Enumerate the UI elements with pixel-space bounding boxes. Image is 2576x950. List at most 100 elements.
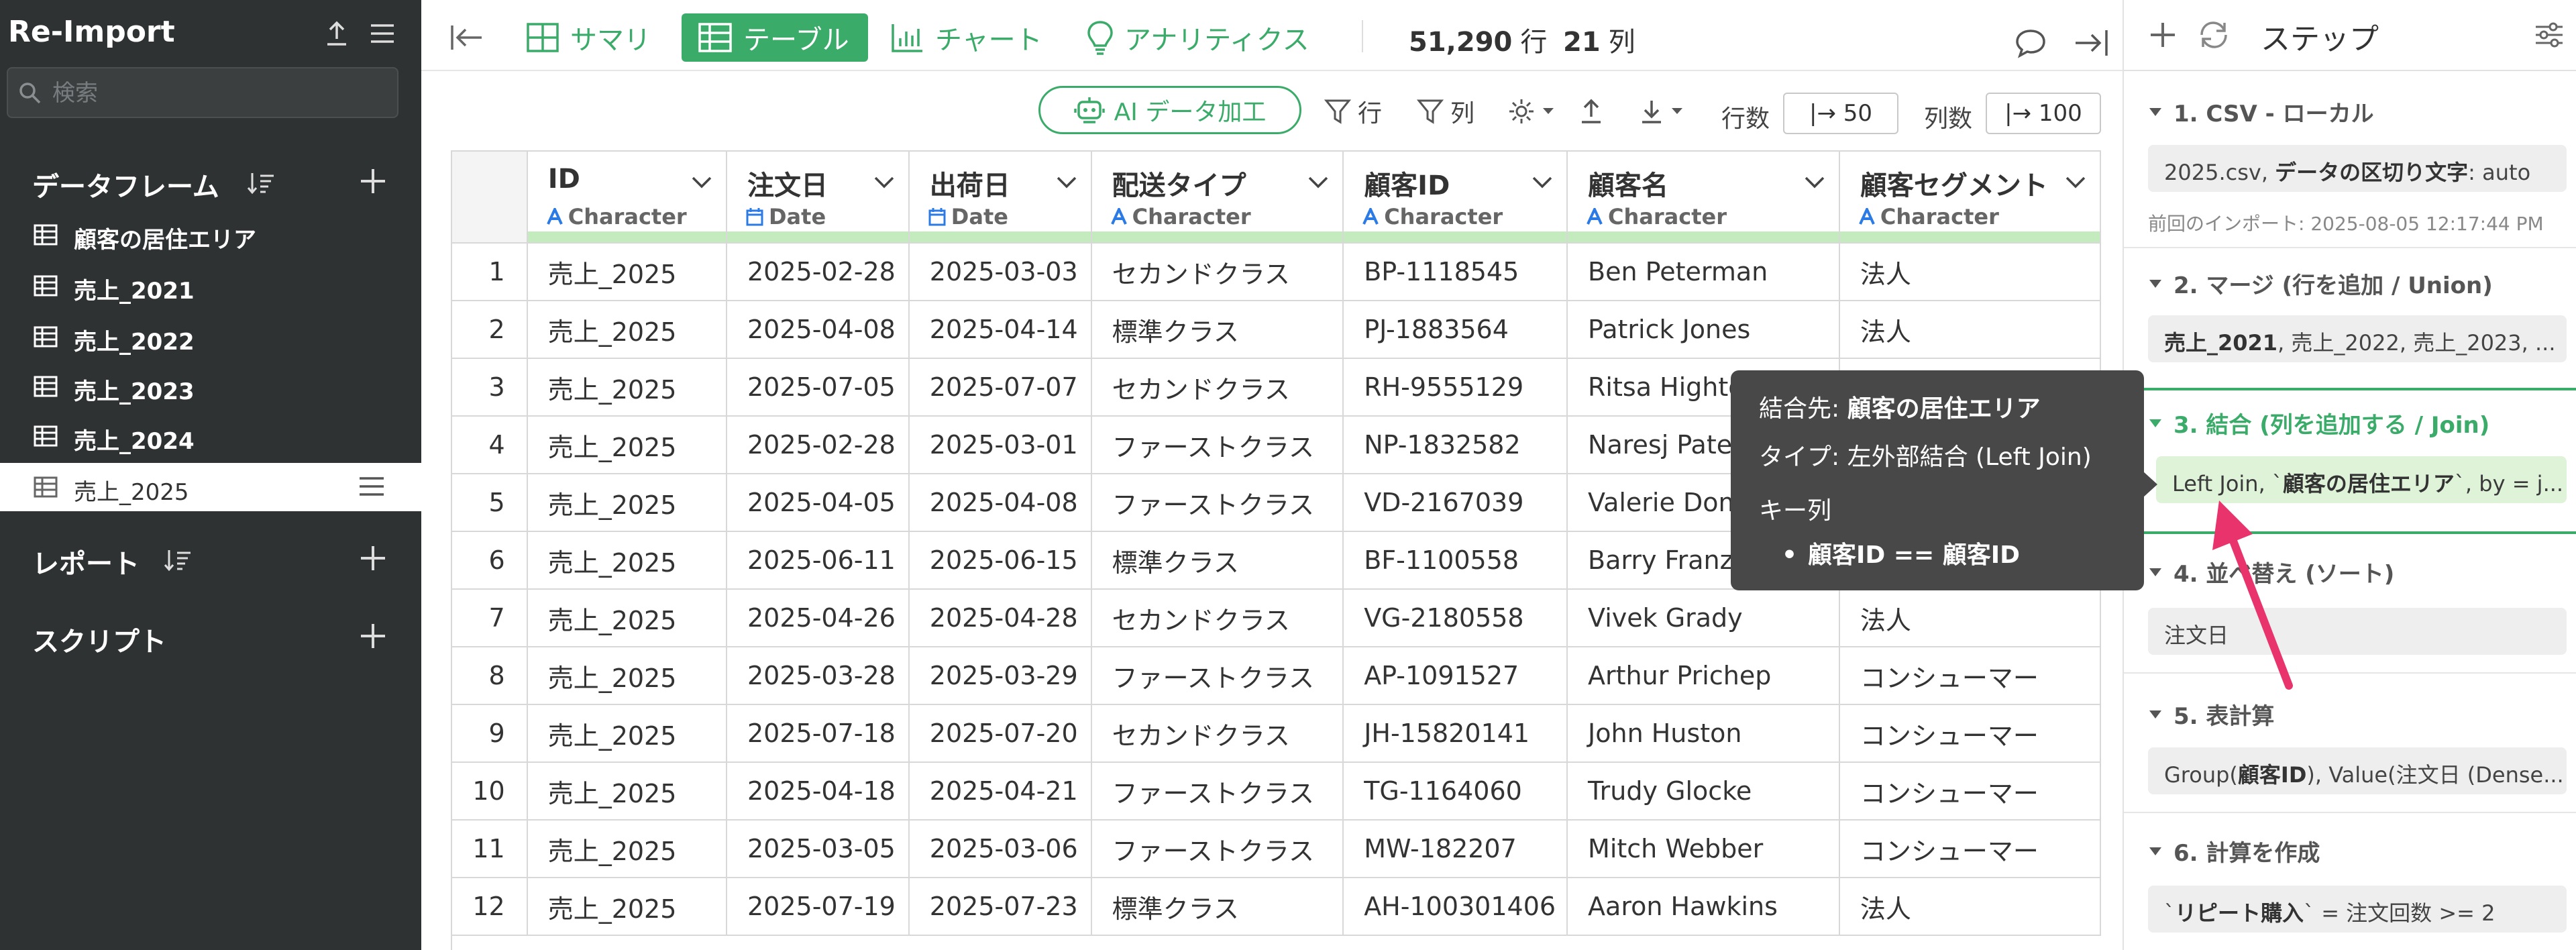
table-cell[interactable]: ファーストクラス	[1091, 820, 1344, 878]
table-cell[interactable]: BF-1100558	[1343, 531, 1568, 590]
table-cell[interactable]: 売上_2025	[527, 531, 727, 590]
step-merge-union[interactable]: 2. マージ (行を追加 / Union) 売上_2021, 売上_2022, …	[2124, 248, 2576, 382]
table-cell[interactable]: 2025-06-15	[908, 531, 1092, 590]
step-create-calc[interactable]: 6. 計算を作成 `リピート購入` = 注文回数 >= 2	[2124, 813, 2576, 950]
table-cell[interactable]: 売上_2025	[527, 301, 727, 359]
table-cell[interactable]: 2025-03-29	[908, 647, 1092, 705]
table-cell[interactable]: Mitch Webber	[1567, 820, 1840, 878]
chevron-down-icon[interactable]	[1056, 176, 1077, 192]
add-step-icon[interactable]	[2148, 20, 2178, 52]
table-cell[interactable]: 2025-04-05	[726, 474, 910, 532]
ai-data-wrangling-button[interactable]: AI データ加工	[1038, 86, 1301, 134]
chevron-down-icon[interactable]	[873, 176, 895, 192]
table-cell[interactable]: 2025-04-08	[726, 301, 910, 359]
column-header-customer-id[interactable]: 顧客ID Character	[1343, 152, 1568, 244]
chevron-down-icon[interactable]	[1532, 176, 1553, 192]
table-cell[interactable]: Trudy Glocke	[1567, 762, 1840, 821]
refresh-icon[interactable]	[2198, 19, 2230, 54]
table-cell[interactable]: MW-182207	[1343, 820, 1568, 878]
table-cell[interactable]: 2025-07-05	[726, 358, 910, 417]
table-cell[interactable]: セカンドクラス	[1091, 704, 1344, 763]
step-join[interactable]: 3. 結合 (列を追加する / Join) Left Join, `顧客の居住エ…	[2124, 390, 2576, 531]
collapse-steps-icon[interactable]	[2073, 19, 2120, 67]
sort-icon[interactable]	[164, 547, 192, 576]
table-cell[interactable]: コンシューマー	[1839, 820, 2101, 878]
add-script-icon[interactable]	[357, 620, 389, 655]
sidebar-search[interactable]	[7, 67, 398, 118]
add-report-icon[interactable]	[357, 542, 389, 577]
column-header-ship-mode[interactable]: 配送タイプ Character	[1091, 152, 1344, 244]
table-cell[interactable]: Vivek Grady	[1567, 589, 1840, 647]
item-menu-icon[interactable]	[358, 475, 385, 500]
table-cell[interactable]: 2025-04-18	[726, 762, 910, 821]
sidebar-item-dataframe[interactable]: 顧客の居住エリア	[0, 211, 421, 259]
table-cell[interactable]: JH-15820141	[1343, 704, 1568, 763]
table-cell[interactable]: 売上_2025	[527, 704, 727, 763]
upload-icon[interactable]	[318, 15, 356, 52]
step-detail[interactable]: 2025.csv, データの区切り文字: auto	[2148, 145, 2567, 192]
row-filter-button[interactable]: 行	[1324, 95, 1382, 127]
sort-icon[interactable]	[247, 170, 275, 199]
table-cell[interactable]: Aaron Hawkins	[1567, 878, 1840, 936]
search-input[interactable]	[52, 76, 388, 110]
table-cell[interactable]: 法人	[1839, 301, 2101, 359]
column-header-order-date[interactable]: 注文日 Date	[726, 152, 910, 244]
sidebar-item-dataframe[interactable]: 売上_2024	[0, 412, 421, 460]
table-cell[interactable]: ファーストクラス	[1091, 474, 1344, 532]
table-cell[interactable]: PJ-1883564	[1343, 301, 1568, 359]
table-cell[interactable]: 法人	[1839, 243, 2101, 301]
table-cell[interactable]: TG-1164060	[1343, 762, 1568, 821]
chevron-down-icon[interactable]	[2065, 176, 2086, 192]
table-cell[interactable]: セカンドクラス	[1091, 358, 1344, 417]
table-cell[interactable]: 2025-07-07	[908, 358, 1092, 417]
collapse-sidebar-icon[interactable]	[449, 13, 495, 62]
tab-analytics[interactable]: アナリティクス	[1087, 13, 1309, 62]
table-cell[interactable]: VD-2167039	[1343, 474, 1568, 532]
table-cell[interactable]: 2025-03-03	[908, 243, 1092, 301]
table-cell[interactable]: 2025-07-19	[726, 878, 910, 936]
tab-chart[interactable]: チャート	[891, 13, 1042, 62]
table-cell[interactable]: 標準クラス	[1091, 531, 1344, 590]
table-cell[interactable]: 売上_2025	[527, 416, 727, 474]
tab-summary[interactable]: サマリ	[526, 13, 651, 62]
table-cell[interactable]: Arthur Prichep	[1567, 647, 1840, 705]
table-cell[interactable]: 2025-03-01	[908, 416, 1092, 474]
table-cell[interactable]: セカンドクラス	[1091, 243, 1344, 301]
table-cell[interactable]: ファーストクラス	[1091, 762, 1344, 821]
table-cell[interactable]: 2025-04-21	[908, 762, 1092, 821]
column-header-customer-segment[interactable]: 顧客セグメント Character	[1839, 152, 2101, 244]
sidebar-item-dataframe[interactable]: 売上_2022	[0, 313, 421, 361]
table-cell[interactable]: AH-100301406	[1343, 878, 1568, 936]
chevron-down-icon[interactable]	[1307, 176, 1329, 192]
column-filter-button[interactable]: 列	[1417, 95, 1474, 127]
table-cell[interactable]: 売上_2025	[527, 878, 727, 936]
comment-icon[interactable]	[2014, 19, 2058, 67]
rows-limit-input[interactable]: |→ 50	[1783, 93, 1898, 134]
sliders-icon[interactable]	[2534, 21, 2564, 51]
table-cell[interactable]: BP-1118545	[1343, 243, 1568, 301]
hamburger-menu-icon[interactable]	[364, 15, 401, 52]
table-cell[interactable]: 2025-07-18	[726, 704, 910, 763]
table-cell[interactable]: AP-1091527	[1343, 647, 1568, 705]
add-dataframe-icon[interactable]	[357, 165, 389, 200]
table-cell[interactable]: 2025-04-26	[726, 589, 910, 647]
table-cell[interactable]: 法人	[1839, 589, 2101, 647]
table-cell[interactable]: Ben Peterman	[1567, 243, 1840, 301]
table-cell[interactable]: 2025-04-08	[908, 474, 1092, 532]
sidebar-item-dataframe-active[interactable]: 売上_2025	[0, 463, 421, 511]
table-cell[interactable]: VG-2180558	[1343, 589, 1568, 647]
step-csv-import[interactable]: 1. CSV - ローカル 2025.csv, データの区切り文字: auto …	[2124, 71, 2576, 247]
step-window-calc[interactable]: 5. 表計算 Group(顧客ID), Value(注文日 (Dense...	[2124, 674, 2576, 812]
chevron-down-icon[interactable]	[1804, 176, 1825, 192]
sidebar-item-dataframe[interactable]: 売上_2021	[0, 262, 421, 310]
sidebar-item-dataframe[interactable]: 売上_2023	[0, 362, 421, 411]
table-cell[interactable]: コンシューマー	[1839, 762, 2101, 821]
table-cell[interactable]: 売上_2025	[527, 474, 727, 532]
step-sort[interactable]: 4. 並べ替え (ソート) 注文日	[2124, 534, 2576, 671]
step-detail[interactable]: 売上_2021, 売上_2022, 売上_2023, ...	[2148, 315, 2567, 362]
table-cell[interactable]: コンシューマー	[1839, 647, 2101, 705]
table-cell[interactable]: セカンドクラス	[1091, 589, 1344, 647]
column-header-id[interactable]: ID Character	[527, 152, 727, 244]
table-cell[interactable]: 法人	[1839, 878, 2101, 936]
table-cell[interactable]: 2025-07-23	[908, 878, 1092, 936]
